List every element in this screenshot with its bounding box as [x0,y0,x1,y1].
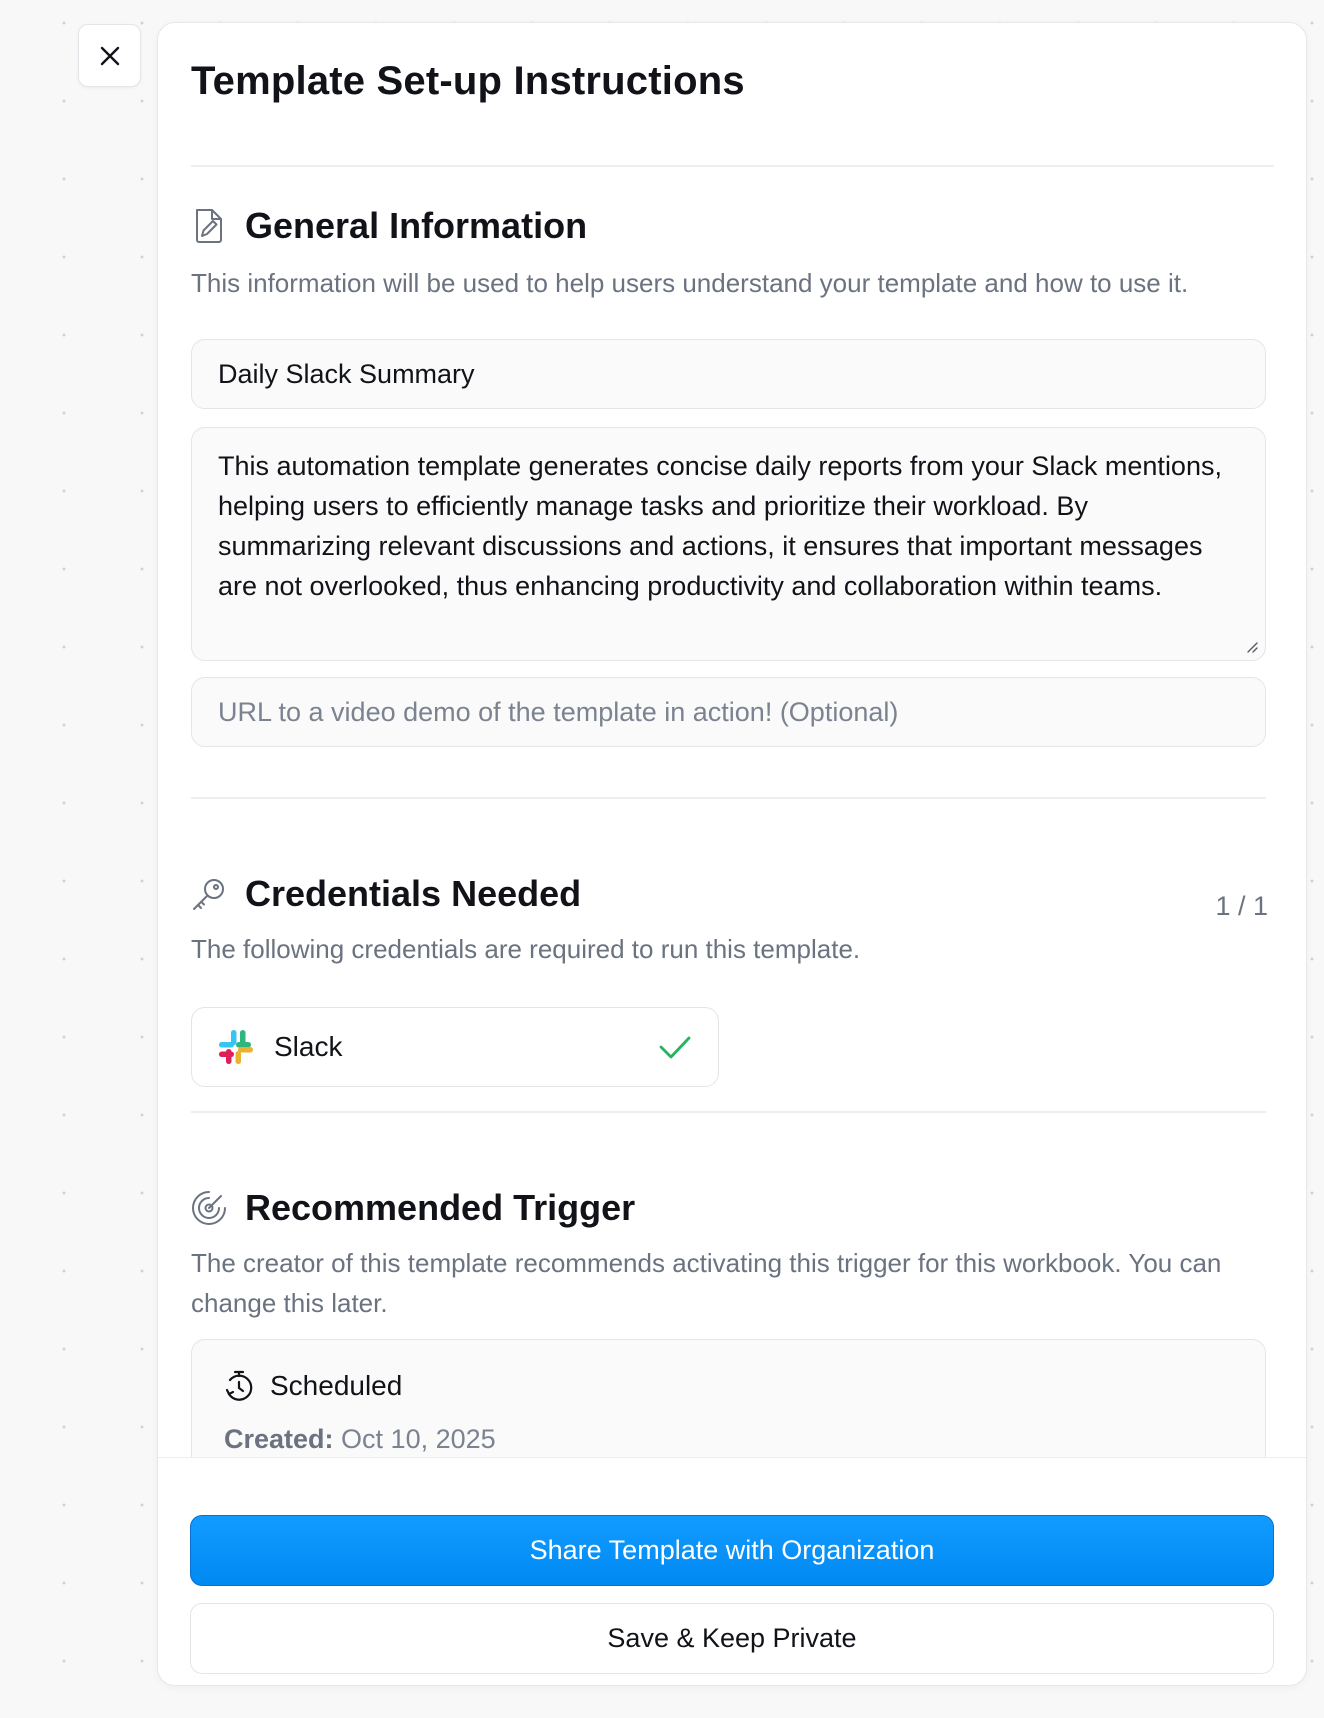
trigger-name: Scheduled [270,1370,403,1401]
trigger-row: Scheduled [224,1370,402,1402]
divider [191,797,1266,799]
divider [191,165,1274,167]
file-edit-icon [191,208,227,244]
section-description: This information will be used to help us… [191,268,1189,298]
section-title: Recommended Trigger [245,1187,636,1228]
key-icon [191,876,227,912]
radar-icon [191,1190,227,1226]
section-description: The following credentials are required t… [191,934,861,964]
textarea-value: This automation template generates conci… [218,451,1222,601]
credential-label: Slack [274,1031,343,1062]
video-url-input[interactable]: URL to a video demo of the template in a… [191,677,1266,747]
share-template-button[interactable]: Share Template with Organization [190,1515,1274,1586]
close-button[interactable] [78,24,141,87]
created-value: Oct 10, 2025 [341,1424,496,1454]
close-icon [100,46,119,65]
trigger-created: Created: Oct 10, 2025 [224,1424,496,1455]
template-setup-panel: Template Set-up Instructions General Inf… [157,22,1307,1686]
section-title: Credentials Needed [245,873,582,914]
credentials-header: Credentials Needed [191,873,581,915]
check-icon [659,1036,691,1059]
slack-logo-icon [219,1030,253,1064]
panel-title: Template Set-up Instructions [191,59,745,103]
credentials-counter: 1 / 1 [1215,891,1268,921]
template-description-textarea[interactable]: This automation template generates conci… [191,427,1266,661]
general-information-header: General Information [191,205,587,247]
template-name-input[interactable]: Daily Slack Summary [191,339,1266,409]
save-keep-private-button[interactable]: Save & Keep Private [190,1603,1274,1674]
credential-slack[interactable]: Slack [191,1007,719,1087]
resize-handle-icon[interactable] [1243,638,1259,654]
recommended-trigger-header: Recommended Trigger [191,1187,635,1229]
divider [191,1111,1266,1113]
timer-icon [225,1370,253,1401]
panel-footer: Share Template with Organization Save & … [158,1457,1306,1685]
section-description: The creator of this template recommends … [191,1248,1222,1318]
created-label: Created: [224,1424,334,1454]
section-title: General Information [245,205,588,246]
